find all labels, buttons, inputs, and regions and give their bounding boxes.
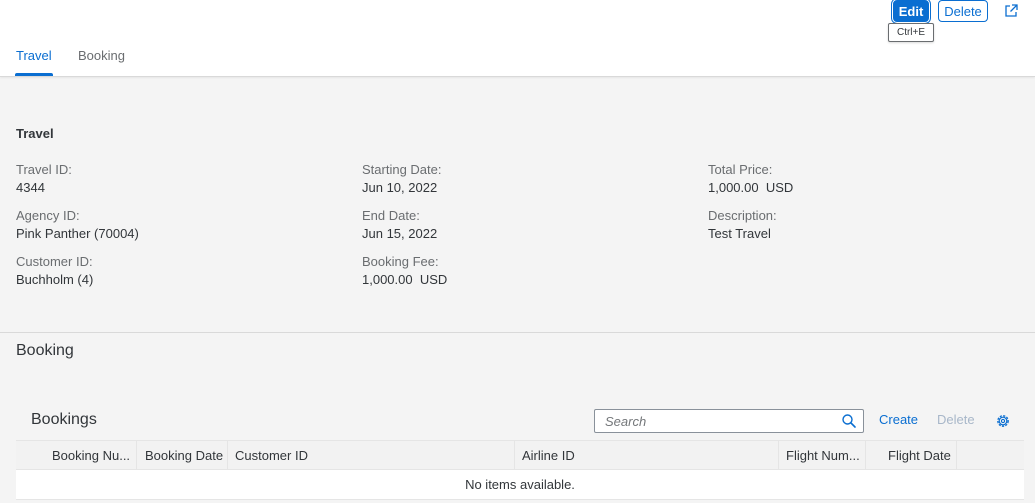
delete-booking-button[interactable]: Delete: [937, 412, 975, 427]
column-header-booking-number[interactable]: Booking Nu...: [52, 441, 136, 470]
column-header-booking-date[interactable]: Booking Date: [145, 441, 227, 470]
gear-icon[interactable]: [994, 412, 1012, 430]
share-icon: [1005, 4, 1018, 17]
column-header-airline-id[interactable]: Airline ID: [522, 441, 772, 470]
total-price-value: 1,000.00 USD: [708, 180, 794, 195]
share-button[interactable]: [998, 0, 1024, 22]
bookings-table-title: Bookings: [31, 411, 97, 428]
agency-id-label: Agency ID:: [16, 208, 80, 223]
tab-booking[interactable]: Booking: [78, 48, 125, 76]
header-actions: Edit Delete Ctrl+E: [0, 0, 1035, 42]
total-price-label: Total Price:: [708, 162, 773, 177]
end-date-label: End Date:: [362, 208, 420, 223]
travel-id-value: 4344: [16, 180, 45, 195]
column-separator: [136, 441, 137, 470]
travel-id-label: Travel ID:: [16, 162, 72, 177]
customer-id-value: Buchholm (4): [16, 272, 94, 287]
tab-travel[interactable]: Travel: [15, 48, 53, 76]
description-value: Test Travel: [708, 226, 771, 241]
column-separator: [865, 441, 866, 470]
empty-table-message: No items available.: [16, 470, 1024, 500]
agency-id-value: Pink Panther (70004): [16, 226, 139, 241]
section-divider: [0, 332, 1035, 333]
bookings-table-toolbar: Bookings Search Create Delete: [16, 400, 1024, 440]
travel-section-title: Travel: [16, 126, 54, 141]
starting-date-label: Starting Date:: [362, 162, 442, 177]
column-header-flight-date[interactable]: Flight Date: [888, 441, 952, 470]
edit-shortcut-tooltip: Ctrl+E: [888, 23, 934, 42]
end-date-value: Jun 15, 2022: [362, 226, 438, 241]
description-label: Description:: [708, 208, 777, 223]
column-header-customer-id[interactable]: Customer ID: [235, 441, 505, 470]
booking-fee-label: Booking Fee:: [362, 254, 439, 269]
bookings-table-header: Booking Nu... Booking Date Customer ID A…: [16, 440, 1024, 470]
booking-section-title: Booking: [16, 342, 74, 359]
column-separator: [778, 441, 779, 470]
starting-date-value: Jun 10, 2022: [362, 180, 438, 195]
delete-button[interactable]: Delete: [938, 0, 988, 22]
booking-fee-value: 1,000.00 USD: [362, 272, 448, 287]
customer-id-label: Customer ID:: [16, 254, 93, 269]
search-placeholder: Search: [605, 414, 647, 429]
search-icon[interactable]: [841, 413, 857, 429]
column-separator: [227, 441, 228, 470]
create-booking-button[interactable]: Create: [879, 412, 918, 427]
object-page-header: Edit Delete Ctrl+E Travel Booking: [0, 0, 1035, 77]
column-header-flight-number[interactable]: Flight Num...: [786, 441, 860, 470]
column-separator: [514, 441, 515, 470]
edit-button[interactable]: Edit: [893, 0, 929, 22]
column-separator: [956, 441, 957, 470]
search-input[interactable]: Search: [594, 409, 864, 433]
